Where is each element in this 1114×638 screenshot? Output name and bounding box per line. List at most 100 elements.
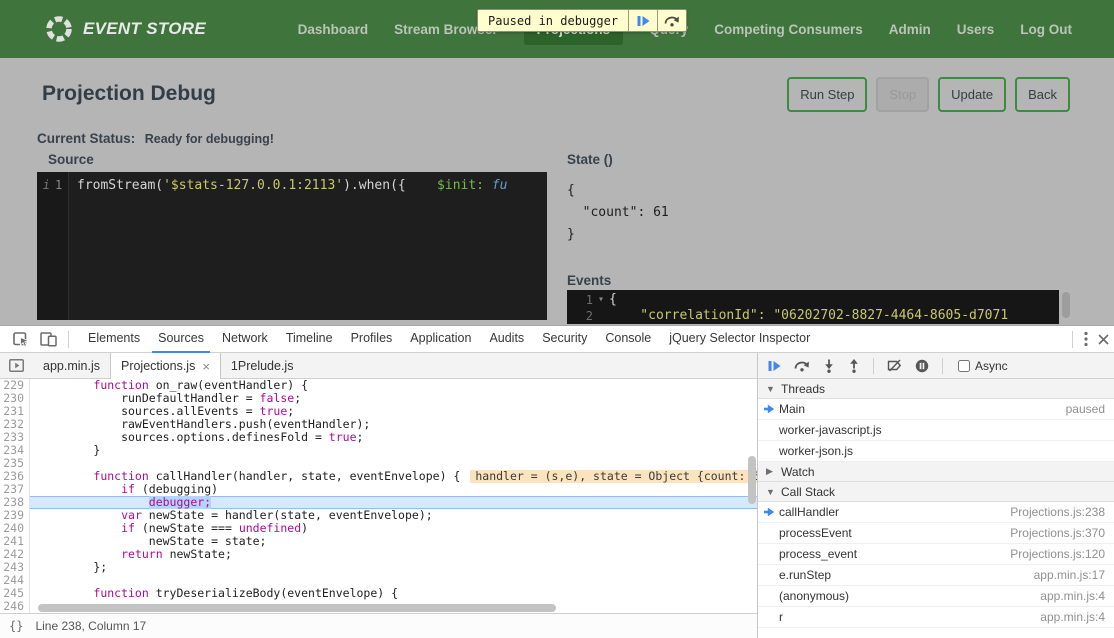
cursor-position: Line 238, Column 17 xyxy=(35,619,146,633)
state-json-line: "count": 61 xyxy=(567,202,669,224)
file-tab-projections-js[interactable]: Projections.js× xyxy=(110,353,221,379)
paused-banner: Paused in debugger xyxy=(477,9,687,32)
code-text[interactable]: rawEventHandlers.push(eventHandler); xyxy=(30,418,757,431)
step-into-button[interactable] xyxy=(823,359,835,373)
back-button[interactable]: Back xyxy=(1015,77,1070,112)
nav-item-competing-consumers[interactable]: Competing Consumers xyxy=(714,14,863,45)
code-text[interactable]: sources.allEvents = true; xyxy=(30,405,757,418)
file-tabs: app.min.jsProjections.js× 1Prelude.js xyxy=(33,353,303,378)
code-text[interactable] xyxy=(30,457,757,470)
execution-arrow-icon xyxy=(764,404,779,414)
disclosure-triangle: ▼ xyxy=(766,487,775,497)
events-scrollbar-thumb[interactable] xyxy=(1062,292,1070,318)
tab-elements[interactable]: Elements xyxy=(82,326,146,353)
code-text[interactable]: }; xyxy=(30,561,757,574)
source-gutter: i 1 xyxy=(37,172,69,320)
close-devtools-icon[interactable] xyxy=(1093,334,1114,345)
file-tab-app-min-js[interactable]: app.min.js xyxy=(33,353,110,378)
code-text[interactable]: if (debugging) xyxy=(30,483,757,496)
code-text[interactable]: function on_raw(eventHandler) { xyxy=(30,379,757,392)
step-over-button[interactable] xyxy=(794,359,810,372)
frame-location: Projections.js:370 xyxy=(1010,526,1105,540)
async-checkbox[interactable] xyxy=(958,360,970,372)
threads-title: Threads xyxy=(781,382,825,396)
tab-console[interactable]: Console xyxy=(599,326,657,353)
tab-application[interactable]: Application xyxy=(404,326,477,353)
vertical-scrollbar-thumb[interactable] xyxy=(748,456,756,504)
device-toolbar-icon[interactable] xyxy=(35,332,62,347)
disclosure-triangle: ▼ xyxy=(766,384,775,394)
step-over-button[interactable] xyxy=(657,10,686,31)
frame-function: e.runStep xyxy=(779,568,831,582)
tab-network[interactable]: Network xyxy=(216,326,274,353)
nav-item-admin[interactable]: Admin xyxy=(889,14,931,45)
events-editor[interactable]: 1▾{2 "correlationId": "06202702-8827-446… xyxy=(567,290,1059,324)
frame-location: app.min.js:4 xyxy=(1040,589,1105,603)
watch-section-header[interactable]: ▶ Watch xyxy=(758,462,1114,482)
code-text[interactable]: sources.options.definesFold = true; xyxy=(30,431,757,444)
thread-worker-json-js[interactable]: worker-json.js xyxy=(758,441,1114,462)
stack-frame-r[interactable]: rapp.min.js:4 xyxy=(758,607,1114,628)
resume-button[interactable] xyxy=(628,10,657,31)
nav-item-log-out[interactable]: Log Out xyxy=(1020,14,1072,45)
stack-frame-callhandler[interactable]: callHandlerProjections.js:238 xyxy=(758,502,1114,523)
file-tab-label: 1Prelude.js xyxy=(231,359,294,373)
close-tab-icon[interactable]: × xyxy=(202,360,210,373)
stack-frame-processevent[interactable]: processEventProjections.js:370 xyxy=(758,523,1114,544)
callstack-list: callHandlerProjections.js:238processEven… xyxy=(758,502,1114,628)
frame-location: Projections.js:120 xyxy=(1010,547,1105,561)
source-editor[interactable]: i 1 fromStream('$stats-127.0.0.1:2113').… xyxy=(37,172,547,320)
update-button[interactable]: Update xyxy=(938,77,1006,112)
nav-item-users[interactable]: Users xyxy=(957,14,995,45)
code-text[interactable]: var newState = handler(state, eventEnvel… xyxy=(30,509,757,522)
brand-logo[interactable]: EVENT STORE xyxy=(44,14,206,44)
code-line-234: 234 } xyxy=(0,444,757,457)
code-text[interactable]: debugger; xyxy=(30,496,757,509)
source-heading: Source xyxy=(48,152,94,167)
threads-section-header[interactable]: ▼ Threads xyxy=(758,379,1114,399)
navigator-toggle-icon[interactable] xyxy=(0,353,33,378)
resume-button[interactable] xyxy=(768,360,781,372)
tab-jquery-selector-inspector[interactable]: jQuery Selector Inspector xyxy=(663,326,816,353)
line-number[interactable]: 246 xyxy=(0,600,30,613)
code-editor[interactable]: 229 function on_raw(eventHandler) {230 r… xyxy=(0,379,757,613)
code-text[interactable]: return newState; xyxy=(30,548,757,561)
inspect-element-icon[interactable] xyxy=(8,331,35,347)
frame-location: app.min.js:4 xyxy=(1040,610,1105,624)
code-text[interactable]: runDefaultHandler = false; xyxy=(30,392,757,405)
step-out-button[interactable] xyxy=(848,359,860,373)
code-text[interactable]: function tryDeserializeBody(eventEnvelop… xyxy=(30,587,757,600)
tab-security[interactable]: Security xyxy=(536,326,593,353)
page-actions: Run StepStopUpdateBack xyxy=(787,77,1070,112)
more-menu-icon[interactable] xyxy=(1079,331,1093,347)
nav-item-dashboard[interactable]: Dashboard xyxy=(298,14,369,45)
fold-caret-icon: ▾ xyxy=(593,292,609,308)
stack-frame-e-runstep[interactable]: e.runStepapp.min.js:17 xyxy=(758,565,1114,586)
thread-main[interactable]: Mainpaused xyxy=(758,399,1114,420)
toolbar-divider xyxy=(1072,331,1073,348)
thread-worker-javascript-js[interactable]: worker-javascript.js xyxy=(758,420,1114,441)
tab-sources[interactable]: Sources xyxy=(152,326,210,353)
tab-audits[interactable]: Audits xyxy=(483,326,530,353)
code-text[interactable]: } xyxy=(30,444,757,457)
code-text[interactable]: function callHandler(handler, state, eve… xyxy=(30,470,757,483)
stack-frame-process-event[interactable]: process_eventProjections.js:120 xyxy=(758,544,1114,565)
pretty-print-icon[interactable]: {} xyxy=(9,619,23,633)
callstack-section-header[interactable]: ▼ Call Stack xyxy=(758,482,1114,502)
code-text[interactable]: newState = state; xyxy=(30,535,757,548)
controls-divider xyxy=(873,358,874,374)
code-line-236: 236 function callHandler(handler, state,… xyxy=(0,470,757,483)
deactivate-breakpoints-button[interactable] xyxy=(887,359,902,372)
horizontal-scrollbar-thumb[interactable] xyxy=(38,604,556,612)
screen: EVENT STORE DashboardStream BrowserProje… xyxy=(0,0,1114,638)
tab-timeline[interactable]: Timeline xyxy=(280,326,339,353)
code-line-230: 230 runDefaultHandler = false; xyxy=(0,392,757,405)
run-step-button[interactable]: Run Step xyxy=(787,77,867,112)
stack-frame-anonymous[interactable]: (anonymous)app.min.js:4 xyxy=(758,586,1114,607)
tab-profiles[interactable]: Profiles xyxy=(345,326,399,353)
code-text[interactable]: if (newState === undefined) xyxy=(30,522,757,535)
pause-on-exceptions-button[interactable] xyxy=(915,359,929,373)
code-text[interactable] xyxy=(30,574,757,587)
toolbar-divider xyxy=(68,331,69,348)
file-tab-1prelude-js[interactable]: 1Prelude.js xyxy=(221,353,304,378)
